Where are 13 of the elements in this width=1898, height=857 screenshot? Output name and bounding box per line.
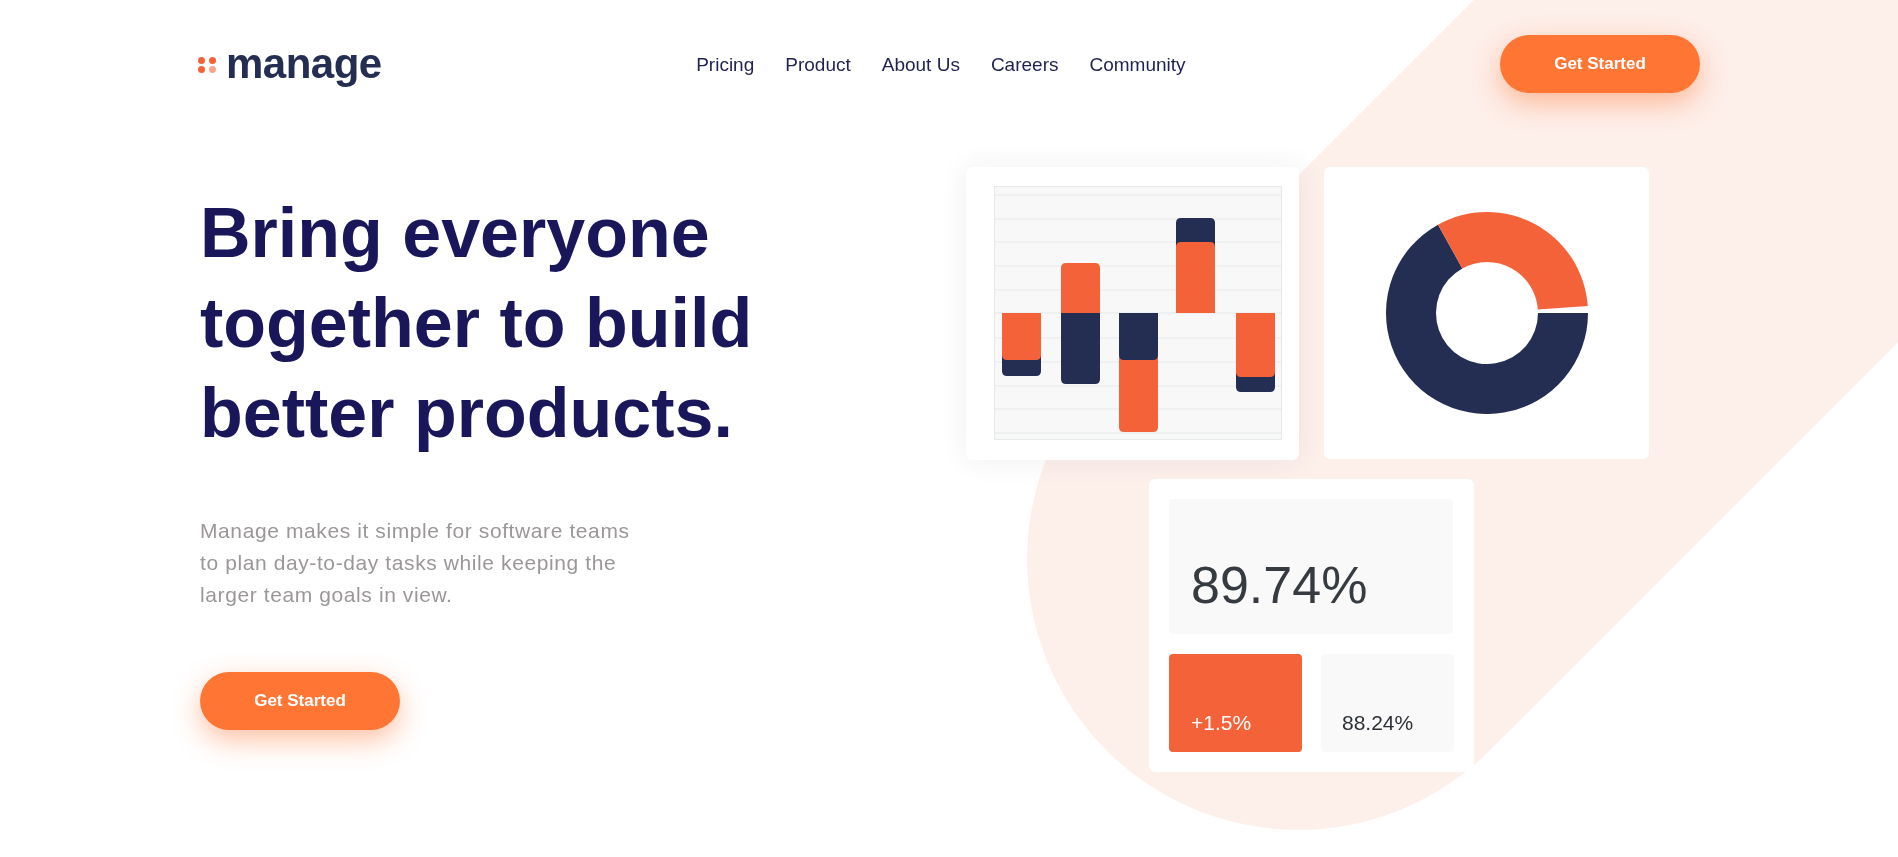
nav-link[interactable]: Community [1089,54,1186,74]
hero-description: Manage makes it simple for software teams to plan day-to-day tasks while keeping the larger team goals in view. [200,518,631,608]
stat-value: 88.24% [1342,712,1415,733]
nav-link[interactable]: Pricing [696,54,755,74]
nav-link[interactable]: Product [785,54,851,74]
stat-value: +1.5% [1191,712,1253,733]
nav-link[interactable]: About Us [881,54,960,74]
chart-bar [1061,313,1100,384]
chart-bar [1061,263,1100,313]
logo[interactable]: manage [198,43,382,85]
hero-heading: Bring everyone together to build better products. [200,193,754,454]
stat-value: 89.74% [1191,559,1369,611]
nav-link[interactable]: Careers [990,54,1059,74]
